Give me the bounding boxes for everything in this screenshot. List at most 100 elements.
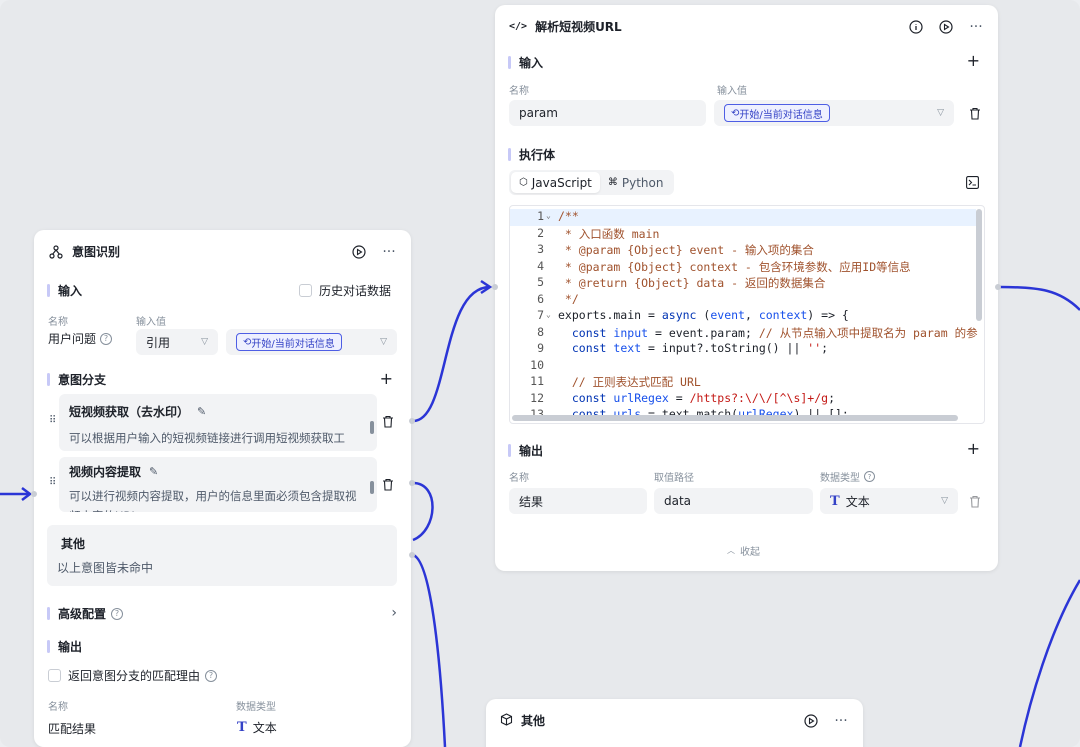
out-col-name: 名称 [48,702,68,713]
python-icon: ⌘ [607,177,618,188]
javascript-icon: ⬡ [519,177,528,188]
code-line-number: 9 [537,341,544,355]
tab-javascript[interactable]: ⬡ JavaScript [511,172,600,193]
branch-1-scrollbar[interactable] [370,421,374,434]
cube-icon [500,712,513,729]
branch-1-desc[interactable]: 可以根据用户输入的短视频链接进行调用短视频获取工具，支持URL [69,428,361,451]
code-line-number: 11 [530,374,544,388]
history-checkbox[interactable] [298,284,312,297]
code-vertical-scrollbar[interactable] [976,209,982,321]
other-port[interactable] [409,552,415,558]
out-type-select[interactable]: T 文本 ▽ [820,488,958,514]
workflow-canvas[interactable]: 意图识别 ··· 输入 历史对话数据 名称 输入值 用户问题 ? 引用 ▽ ⟲ 开… [0,0,1080,747]
fold-icon[interactable]: ⌄ [546,310,551,319]
add-branch-icon[interactable]: + [380,369,393,388]
add-input-icon[interactable]: + [967,51,980,70]
chevron-right-icon[interactable]: › [391,605,397,621]
return-reason-checkbox[interactable] [48,669,61,682]
ref-value-select[interactable]: ⟲ 开始/当前对话信息 ▽ [226,329,397,355]
branch-card-2[interactable]: 视频内容提取 ✎ 可以进行视频内容提取，用户的信息里面必须包含提取视频内容的UR… [59,457,377,512]
terminal-icon[interactable] [966,176,979,192]
wire-branch1-to-code [412,285,491,423]
history-checkbox-row[interactable]: 历史对话数据 [298,282,391,299]
code-line-number: 12 [530,390,544,405]
intent-input-port[interactable] [31,491,37,497]
delete-branch-2-icon[interactable] [382,478,394,491]
add-output-icon[interactable]: + [967,439,980,458]
out-name: 匹配结果 [48,722,97,736]
intent-recognition-node[interactable]: 意图识别 ··· 输入 历史对话数据 名称 输入值 用户问题 ? 引用 ▽ ⟲ 开… [31,230,415,747]
return-reason-row[interactable]: 返回意图分支的匹配理由 ? [48,667,218,684]
branch-2-port[interactable] [409,480,415,486]
delete-input-icon[interactable] [969,107,981,123]
return-reason-label: 返回意图分支的匹配理由 [68,669,201,683]
branch-2-desc[interactable]: 可以进行视频内容提取，用户的信息里面必须包含提取视频内容的URL [69,486,361,512]
param-value-tag: ⟲ 开始/当前对话信息 [724,104,830,122]
more-icon[interactable]: ··· [968,19,984,35]
out-path-field[interactable]: data [654,488,813,514]
col-name-label: 名称 [509,86,529,97]
tab-python[interactable]: ⌘ Python [600,172,672,193]
out-name-field[interactable]: 结果 [509,488,647,514]
run-icon[interactable] [803,713,819,729]
edit-icon[interactable]: ✎ [149,465,158,478]
col-name-label: 名称 [48,317,68,328]
param-value-select[interactable]: ⟲ 开始/当前对话信息 ▽ [714,100,954,126]
wire-right-bottom [1018,579,1080,747]
other-node[interactable]: 其他 ··· [486,699,863,747]
fold-icon[interactable]: ⌄ [546,211,551,220]
intent-input-section: 输入 [47,282,82,299]
other-node-title: 其他 [521,714,546,728]
more-icon[interactable]: ··· [381,244,397,260]
code-line: const text = input?.toString() || ''; [571,341,829,355]
code-output-section: 输出 [508,442,543,459]
more-icon[interactable]: ··· [833,713,849,729]
branch-1-port[interactable] [409,418,415,424]
info-icon[interactable] [908,19,924,35]
code-icon: </> [509,21,528,32]
code-line: * @param {Object} event - 输入项的集合 [558,243,814,257]
other-title: 其他 [61,537,86,551]
other-desc: 以上意图皆未命中 [57,561,154,575]
code-horizontal-scrollbar[interactable] [512,415,958,421]
col-value-label: 输入值 [717,86,747,97]
wire-other-down [412,553,447,747]
code-node-title: 解析短视频URL [535,20,622,34]
chevron-down-icon: ▽ [937,108,944,118]
code-node-parse-url[interactable]: </> 解析短视频URL ··· 输入 + 名称 输入值 param ⟲ 开始/当… [492,5,1001,571]
code-line: */ [558,291,579,306]
edit-icon[interactable]: ✎ [197,405,206,418]
run-icon[interactable] [938,19,954,35]
code-output-port[interactable] [995,284,1001,290]
ref-type-select[interactable]: 引用 ▽ [136,329,218,355]
delete-output-icon[interactable] [969,495,981,511]
col-value-label: 输入值 [136,317,166,328]
help-icon: ? [864,471,875,482]
code-input-port[interactable] [492,284,498,290]
run-icon[interactable] [351,244,367,260]
param-name-user-question: 用户问题 [48,332,97,346]
ref-value-tag: ⟲ 开始/当前对话信息 [236,333,342,351]
intent-node-icon [48,244,64,260]
drag-handle-icon[interactable]: ⠿ [49,477,56,488]
param-name-field[interactable]: param [509,100,706,126]
code-line-number: 10 [530,357,544,372]
code-line-number: 5 [537,275,544,289]
delete-branch-1-icon[interactable] [382,415,394,428]
drag-handle-icon[interactable]: ⠿ [49,415,56,426]
branch-card-1[interactable]: 短视频获取（去水印） ✎ 可以根据用户输入的短视频链接进行调用短视频获取工具，支… [59,394,377,451]
chevron-down-icon: ▽ [941,496,948,506]
branch-2-scrollbar[interactable] [370,481,374,494]
code-line-number: 2 [537,225,544,240]
language-tabs: ⬡ JavaScript ⌘ Python [509,170,674,195]
collapse-button[interactable]: ︿ 收起 [727,543,760,558]
text-type-icon: T [237,720,247,735]
code-line: * @param {Object} context - 包含环境参数、应用ID等… [558,259,911,274]
text-type-icon: T [830,493,840,509]
code-line: // 正则表达式匹配 URL [558,375,701,389]
exec-section: 执行体 [508,146,555,163]
advanced-section[interactable]: 高级配置 ? [47,605,124,622]
code-editor[interactable]: 1 /** 2 * 入口函数 main 3 * @param {Object} eve… [509,205,985,424]
help-icon: ? [111,607,124,620]
code-line: /** [558,209,579,223]
